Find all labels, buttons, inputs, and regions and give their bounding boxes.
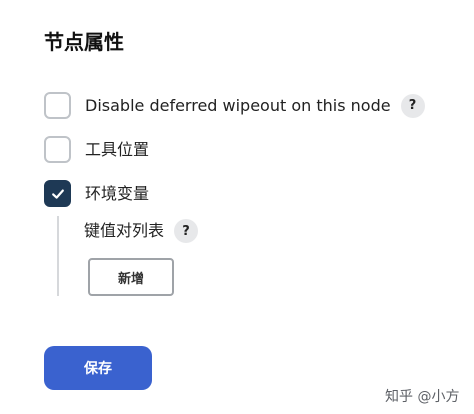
option-label: Disable deferred wipeout on this node	[85, 95, 391, 115]
disable-deferred-wipeout-checkbox[interactable]	[44, 92, 71, 119]
environment-variables-checkbox[interactable]	[44, 180, 71, 207]
watermark-text: 知乎 @小方	[385, 389, 460, 405]
option-label: 工具位置	[85, 139, 150, 159]
node-properties-panel: 节点属性 Disable deferred wipeout on this no…	[0, 0, 474, 414]
nested-section-divider	[57, 216, 59, 296]
check-icon	[51, 189, 64, 199]
section-title: 节点属性	[44, 30, 124, 54]
tool-location-checkbox[interactable]	[44, 136, 71, 163]
option-tool-location: 工具位置	[44, 136, 149, 163]
question-icon: ?	[408, 98, 417, 113]
help-icon[interactable]: ?	[174, 219, 199, 243]
key-value-list-label: 键值对列表	[84, 221, 165, 240]
add-button[interactable]: 新增	[88, 258, 174, 296]
option-disable-deferred-wipeout: Disable deferred wipeout on this node ?	[44, 92, 425, 119]
help-icon[interactable]: ?	[400, 93, 425, 118]
key-value-list-row: 键值对列表 ?	[84, 219, 199, 243]
question-icon: ?	[182, 223, 190, 239]
option-environment-variables: 环境变量	[44, 180, 149, 207]
save-button[interactable]: 保存	[44, 346, 152, 390]
option-label: 环境变量	[85, 183, 150, 203]
